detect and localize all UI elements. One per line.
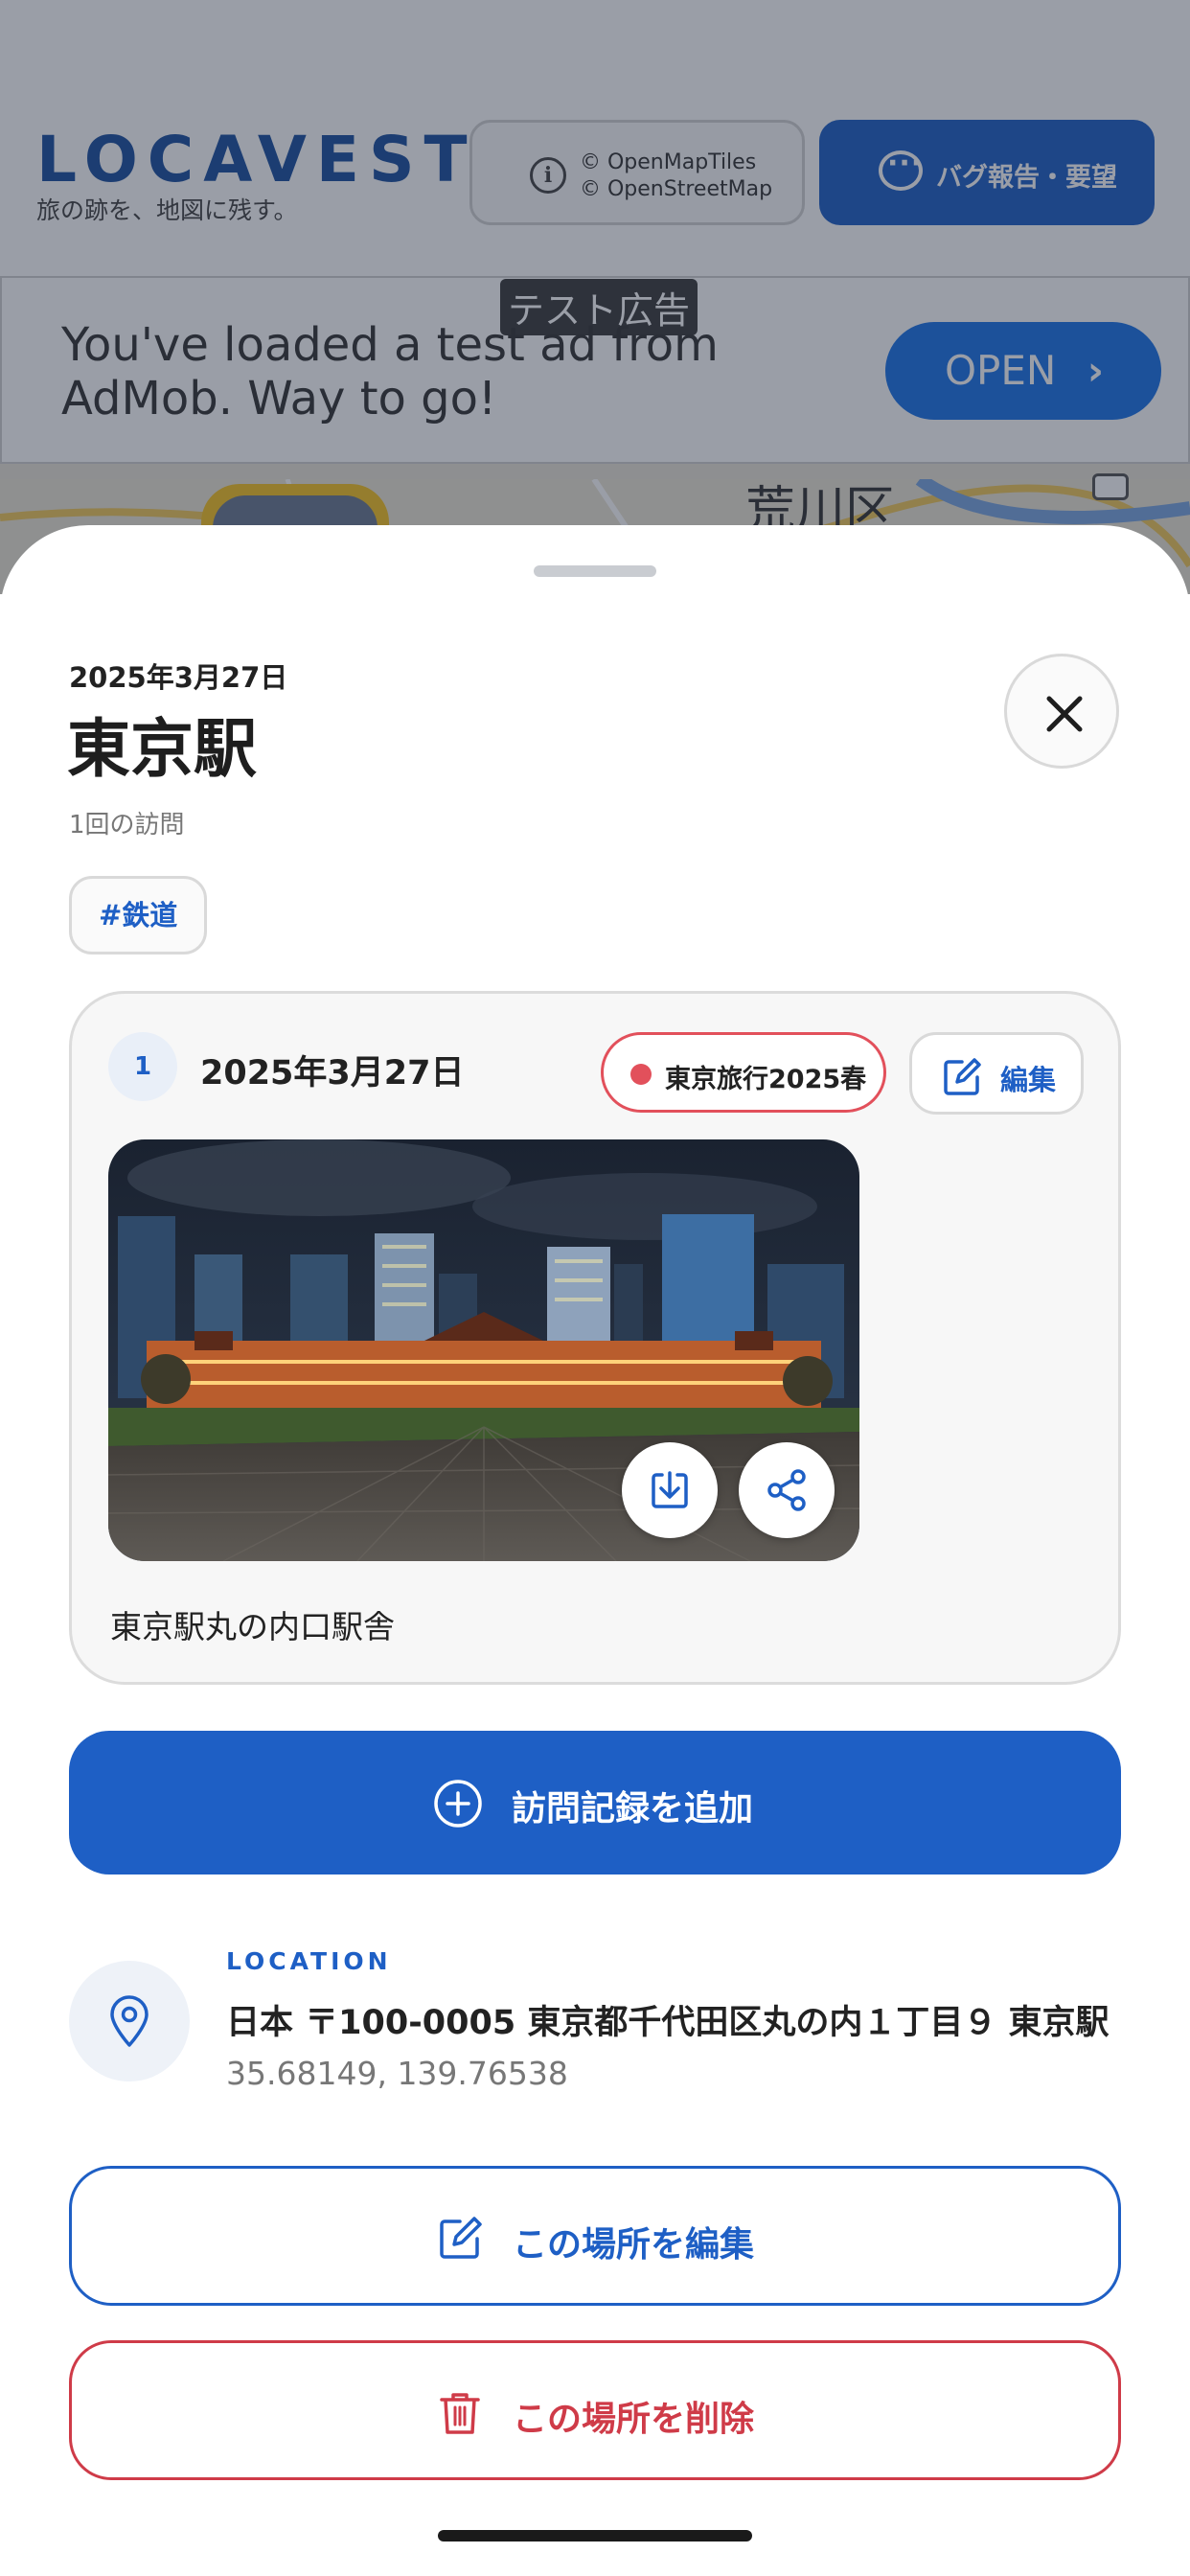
location-address: 日本 〒100-0005 東京都千代田区丸の内１丁目９ 東京駅 — [226, 2004, 1110, 2042]
visit-photo[interactable] — [108, 1139, 859, 1561]
tag-chip[interactable]: #鉄道 — [69, 876, 208, 954]
edit-visit-button[interactable]: 編集 — [909, 1032, 1084, 1115]
visit-date: 2025年3月27日 — [200, 1054, 465, 1092]
download-icon — [652, 1471, 688, 1508]
plus-circle-icon — [434, 1780, 482, 1828]
edit-icon — [440, 2217, 482, 2259]
trip-label: 東京旅行2025春 — [665, 1065, 867, 1094]
download-photo-button[interactable] — [622, 1442, 718, 1538]
visit-card: 1 2025年3月27日 東京旅行2025春 編集 東京駅丸の内口駅舎 — [69, 991, 1121, 1685]
sheet-grabber[interactable] — [534, 565, 656, 577]
share-photo-button[interactable] — [739, 1442, 835, 1538]
location-coordinates: 35.68149, 139.76538 — [226, 2055, 568, 2092]
home-indicator[interactable] — [438, 2530, 752, 2542]
trip-chip[interactable]: 東京旅行2025春 — [601, 1032, 886, 1113]
share-icon — [767, 1469, 806, 1511]
edit-visit-label: 編集 — [1000, 1064, 1057, 1096]
place-date: 2025年3月27日 — [69, 661, 288, 694]
trip-color-dot — [630, 1064, 652, 1085]
location-icon-badge — [69, 1961, 190, 2082]
photo-caption: 東京駅丸の内口駅舎 — [110, 1608, 395, 1645]
delete-place-button[interactable]: この場所を削除 — [69, 2340, 1121, 2480]
visit-number: 1 — [108, 1032, 177, 1101]
add-visit-label: 訪問記録を追加 — [512, 1789, 754, 1828]
map-pin-icon — [110, 1995, 149, 2047]
trash-icon — [440, 2393, 480, 2434]
close-icon — [1046, 696, 1083, 732]
edit-place-button[interactable]: この場所を編集 — [69, 2166, 1121, 2306]
visit-count: 1回の訪問 — [69, 811, 185, 840]
place-detail-sheet: 2025年3月27日 東京駅 1回の訪問 #鉄道 1 2025年3月27日 東京… — [0, 525, 1190, 2576]
delete-place-label: この場所を削除 — [513, 2400, 755, 2439]
add-visit-button[interactable]: 訪問記録を追加 — [69, 1731, 1121, 1874]
edit-icon — [944, 1058, 981, 1095]
close-button[interactable] — [1004, 654, 1119, 769]
location-section-label: LOCATION — [226, 1947, 392, 1975]
edit-place-label: この場所を編集 — [513, 2225, 755, 2265]
modal-overlay[interactable] — [0, 0, 1190, 594]
background-screen: LOCAVESTA 旅の跡を、地図に残す。 i © OpenMapTiles ©… — [0, 0, 1190, 594]
place-title: 東京駅 — [67, 712, 257, 786]
